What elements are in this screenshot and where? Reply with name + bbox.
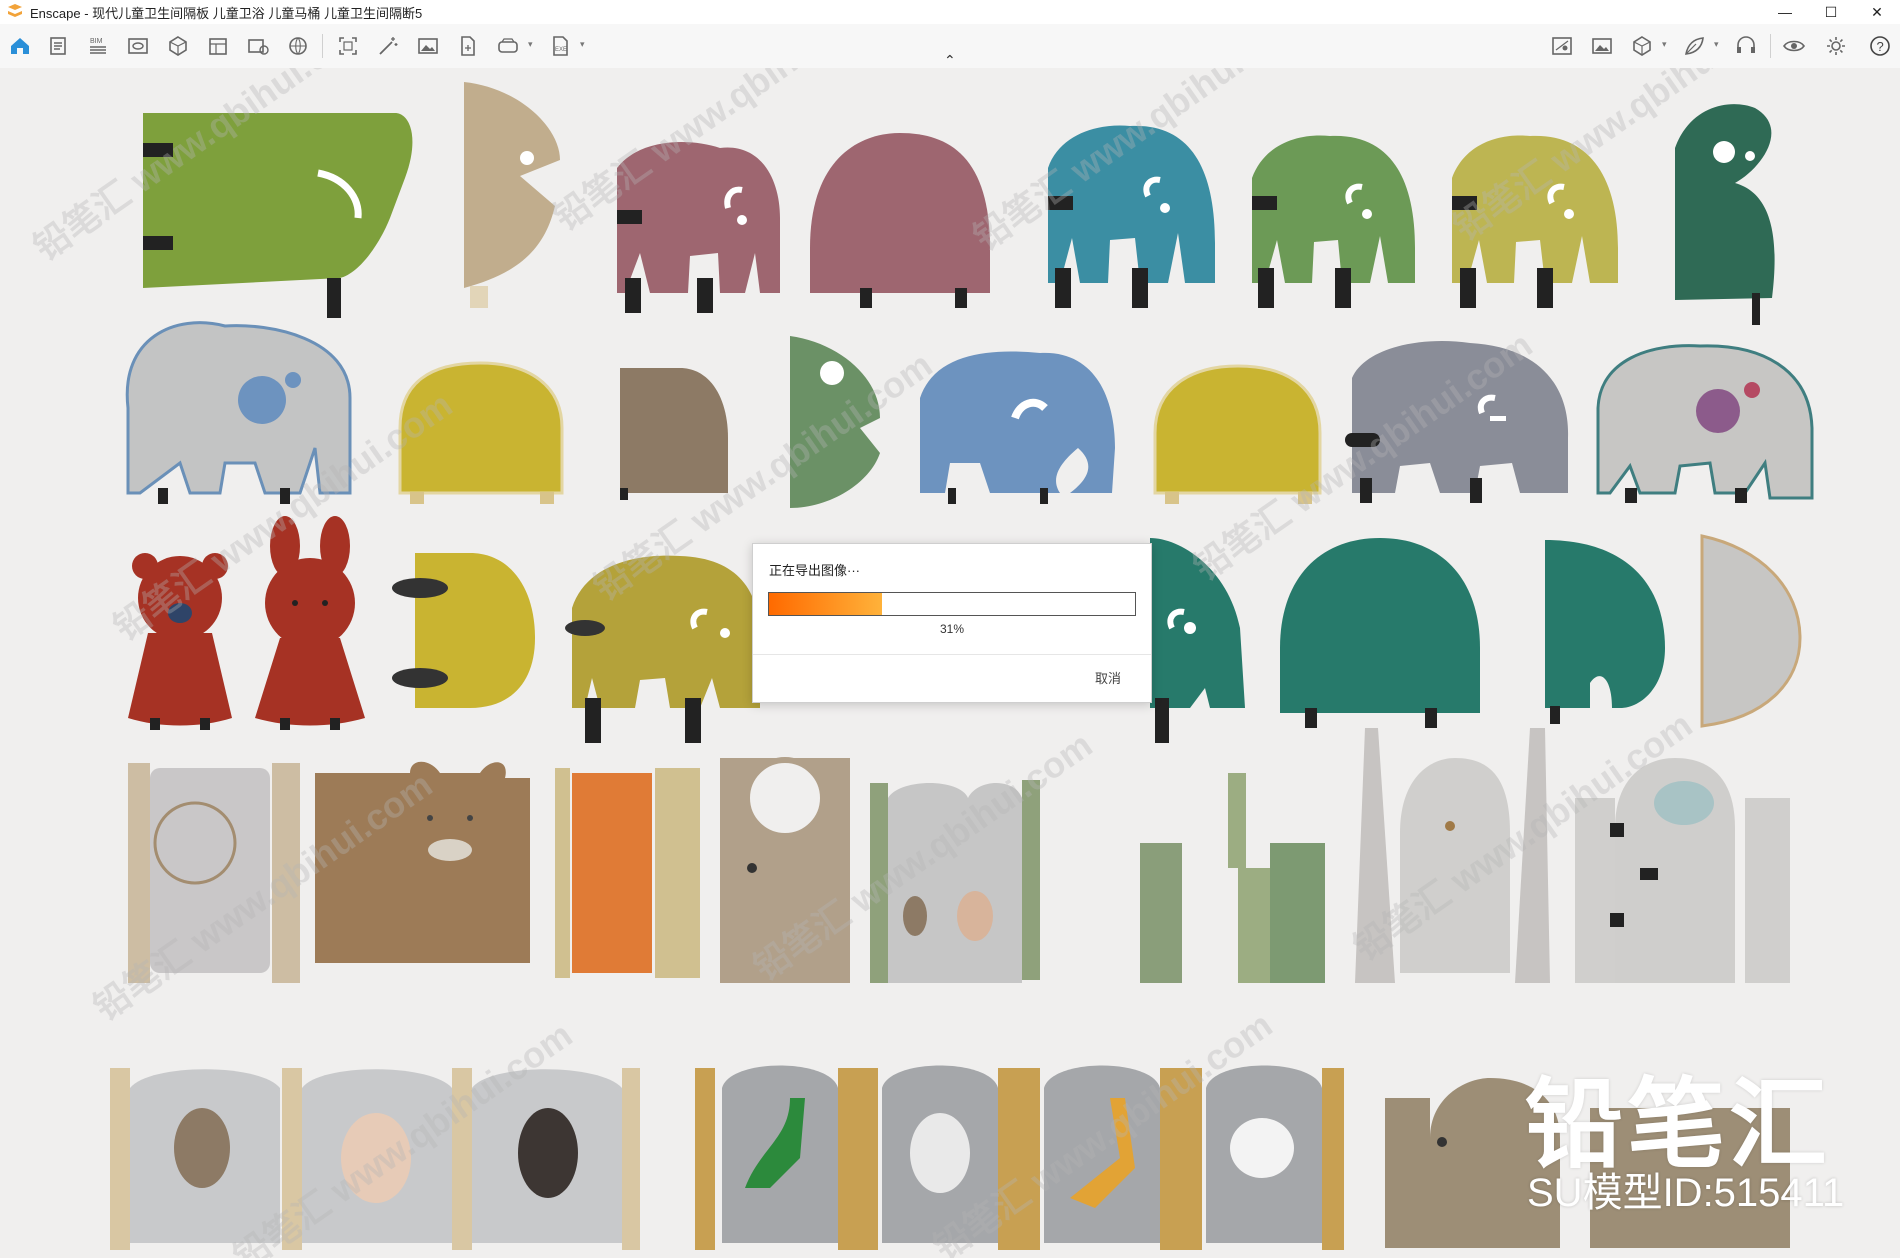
teal-elephant-panel-2 [1150,538,1245,743]
eye-panel-icon[interactable] [124,32,152,60]
box-icon[interactable] [1628,32,1656,60]
progress-percent-label: 31% [939,622,965,636]
toolbar-separator [322,34,323,58]
globe-settings-icon[interactable] [284,32,312,60]
vr-headset-icon[interactable] [494,32,522,60]
cancel-button[interactable]: 取消 [1095,668,1121,687]
svg-text:BIM: BIM [90,38,103,45]
wood-fish-panel [464,82,560,308]
rose-elephant-panel [617,142,780,313]
collapse-toolbar-arrow[interactable]: ⌃ [944,52,956,69]
animal-stall-partitions-left [110,1068,640,1250]
penguin-rabbit-partition [870,780,1040,983]
export-dropdown-caret-icon[interactable]: ▾ [580,39,585,50]
giraffe-partition [1140,773,1325,983]
dark-green-elephant-panel [1675,104,1775,325]
settings-gear-icon[interactable] [1822,32,1850,60]
slate-elephant-panel [1345,341,1569,503]
exe-export-icon[interactable]: EXE [546,32,574,60]
yellow-arch-panel-2 [1153,364,1322,504]
toolbar-separator-right [1770,34,1771,58]
leaf-dropdown-caret-icon[interactable]: ▾ [1714,39,1719,50]
export-progress-bar [768,592,1136,616]
wood-round-door-partition [720,757,850,983]
rose-arch-panel [810,133,990,308]
red-rabbit-panel [255,516,365,730]
magic-wand-icon[interactable] [374,32,402,60]
vr-dropdown-caret-icon[interactable]: ▾ [528,39,533,50]
model-id-label: SU模型ID:515411 [1527,1171,1845,1215]
mustard-elephant-panel [1452,135,1618,308]
image-gallery-icon[interactable] [1588,32,1616,60]
progress-fill [769,593,883,615]
eye-icon[interactable] [1780,32,1808,60]
blue-elephant-panel [920,351,1115,504]
dialog-divider [753,654,1151,655]
help-icon[interactable]: ? [1866,32,1894,60]
olive-elephant-panel [143,113,413,318]
grey-arched-door-partition [1355,728,1550,983]
document-icon[interactable] [44,32,72,60]
bear-door-partition [128,763,300,983]
yellow-d-panel [392,553,535,708]
image-icon[interactable] [414,32,442,60]
porthole-door-partition [1575,758,1790,983]
close-button[interactable]: ✕ [1854,0,1900,24]
headset-icon[interactable] [1732,32,1760,60]
teal-quarter-panel [1545,540,1665,724]
sage-elephant-panel [1252,135,1415,308]
title-bar: Enscape - 现代儿童卫生间隔板 儿童卫浴 儿童马桶 儿童卫生间隔断5 —… [0,0,1900,24]
file-export-icon[interactable] [454,32,482,60]
wood-quarter-panel [620,368,728,500]
bim-icon[interactable]: BIM [84,32,112,60]
yellow-arch-panel-1 [398,361,564,504]
grey-elephant-panel [125,321,352,504]
enscape-logo-icon [8,4,22,17]
teal-arch-panel [1280,538,1480,728]
layers-icon[interactable] [204,32,232,60]
mustard-elephant-panel-2 [565,555,760,743]
export-progress-dialog: 正在导出图像··· 31% 取消 [752,543,1152,703]
map-icon[interactable] [1548,32,1576,60]
orange-door-partition [555,768,700,978]
home-icon[interactable] [6,32,34,60]
minimize-button[interactable]: — [1762,0,1808,24]
maximize-button[interactable]: ☐ [1808,0,1854,24]
sage-fish-panel [790,336,880,508]
light-grey-elephant-panel [1596,344,1814,503]
box-dropdown-caret-icon[interactable]: ▾ [1662,39,1667,50]
teal-elephant-panel [1048,125,1215,308]
animal-stall-partitions-center [695,1065,1344,1250]
grey-half-disc-panel [1700,534,1802,728]
bear-face-panel [315,761,530,963]
red-bear-panel [128,553,232,730]
dialog-title: 正在导出图像··· [769,563,860,578]
window-controls: — ☐ ✕ [1762,0,1900,24]
svg-text:EXE: EXE [555,47,567,53]
frame-icon[interactable] [334,32,362,60]
cube-icon[interactable] [164,32,192,60]
screenshot-settings-icon[interactable] [244,32,272,60]
leaf-icon[interactable] [1680,32,1708,60]
window-title: Enscape - 现代儿童卫生间隔板 儿童卫浴 儿童马桶 儿童卫生间隔断5 [30,5,423,21]
svg-text:?: ? [1877,39,1884,54]
